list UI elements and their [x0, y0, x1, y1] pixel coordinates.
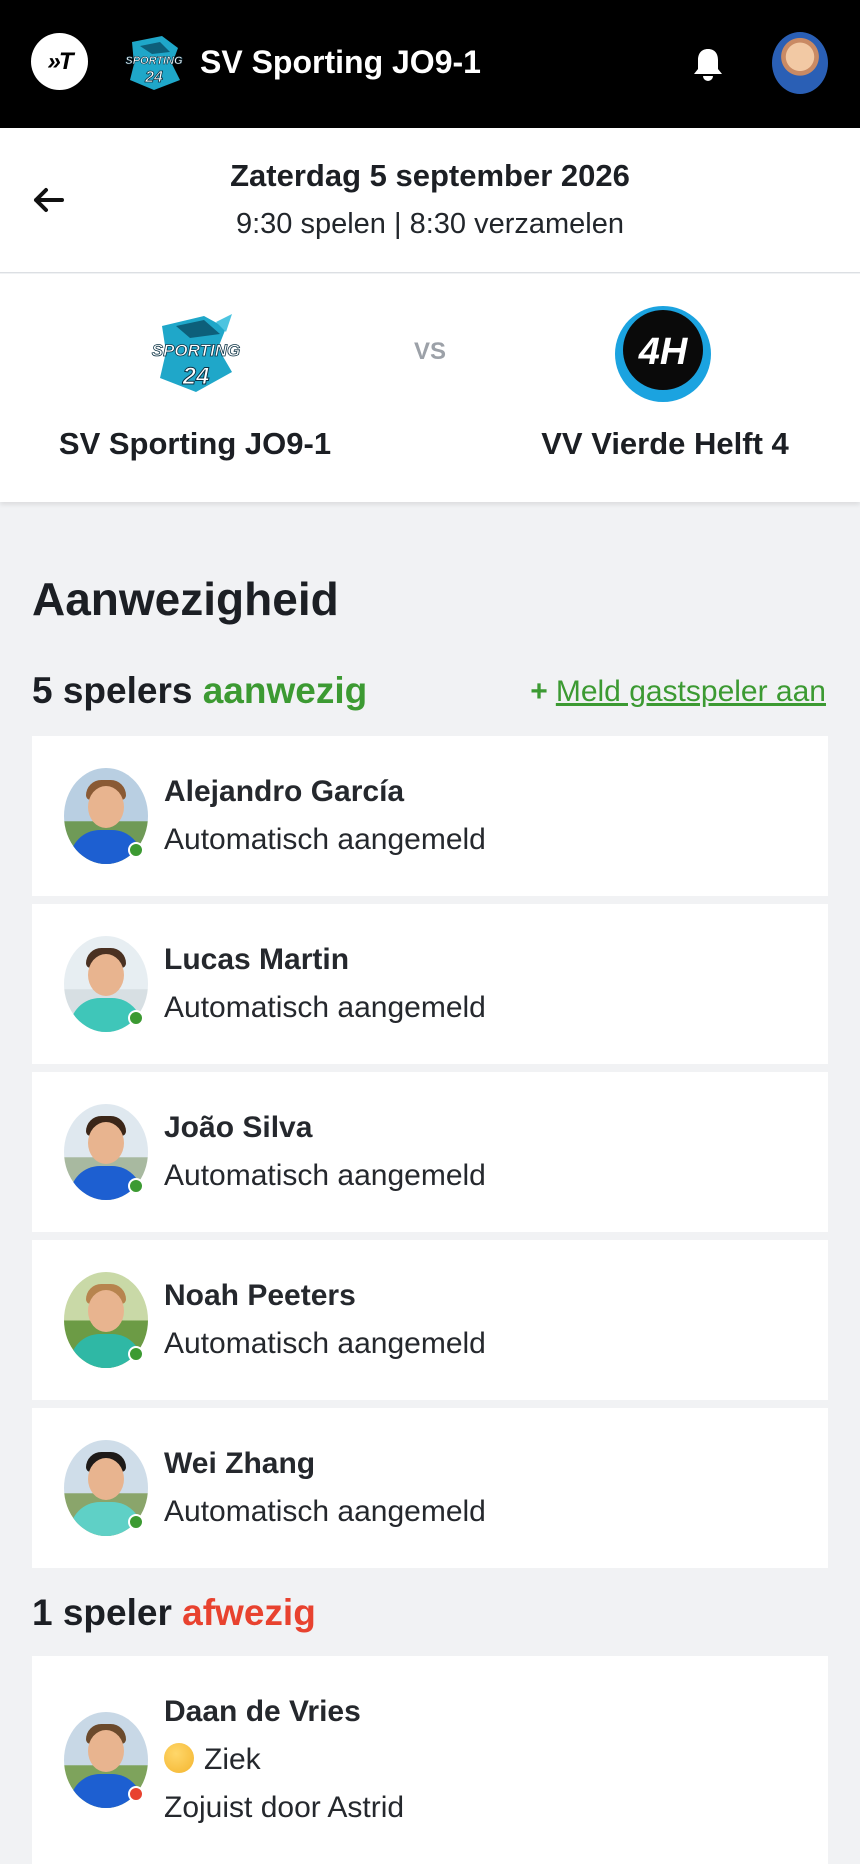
- player-avatar: [64, 768, 148, 864]
- player-avatar: [64, 1104, 148, 1200]
- player-status: Automatisch aangemeld: [164, 1327, 486, 1360]
- match-date-header: Zaterdag 5 september 2026 9:30 spelen | …: [0, 128, 860, 273]
- status-present-dot: [128, 842, 144, 858]
- top-bar: »T SPORTING 24 SV Sporting JO9-1: [0, 0, 860, 128]
- svg-text:SPORTING: SPORTING: [125, 55, 183, 67]
- absence-reason: Ziek: [204, 1743, 261, 1776]
- sick-face-emoji: [164, 1743, 194, 1773]
- absent-count: 1 speler afwezig: [32, 1590, 316, 1636]
- svg-text:24: 24: [182, 363, 210, 390]
- player-status: Automatisch aangemeld: [164, 991, 486, 1024]
- away-team-logo: 4H: [615, 306, 711, 402]
- user-avatar[interactable]: [772, 32, 828, 94]
- away-team-name: VV Vierde Helft 4: [541, 426, 789, 461]
- player-status: Ziek: [164, 1740, 261, 1780]
- svg-text:SPORTING: SPORTING: [152, 341, 240, 360]
- guest-link-label: Meld gastspeler aan: [555, 675, 826, 708]
- team-badge-icon: SPORTING 24: [125, 36, 183, 90]
- player-name: Alejandro García: [164, 775, 405, 808]
- match-date: Zaterdag 5 september 2026: [230, 158, 630, 193]
- player-card[interactable]: Noah Peeters Automatisch aangemeld: [32, 1240, 828, 1400]
- team-title[interactable]: SV Sporting JO9-1: [200, 42, 481, 82]
- player-name: João Silva: [164, 1111, 313, 1144]
- player-name: Noah Peeters: [164, 1279, 356, 1312]
- player-card[interactable]: Wei Zhang Automatisch aangemeld: [32, 1408, 828, 1568]
- player-name: Lucas Martin: [164, 943, 350, 976]
- player-card[interactable]: Alejandro García Automatisch aangemeld: [32, 736, 828, 896]
- versus-label: VS: [413, 338, 446, 365]
- player-name: Wei Zhang: [164, 1447, 316, 1480]
- match-card: SPORTING 24 VS 4H SV Sporting JO9-1 VV V…: [0, 274, 860, 502]
- absence-note: Zojuist door Astrid: [164, 1791, 405, 1824]
- absent-count-number: 1 speler: [32, 1592, 172, 1633]
- bell-icon[interactable]: [688, 44, 728, 84]
- player-name: Daan de Vries: [164, 1695, 361, 1728]
- player-card[interactable]: Lucas Martin Automatisch aangemeld: [32, 904, 828, 1064]
- player-status: Automatisch aangemeld: [164, 1495, 486, 1528]
- app-logo[interactable]: »T: [31, 33, 88, 90]
- absent-label: afwezig: [182, 1592, 316, 1633]
- player-status: Automatisch aangemeld: [164, 823, 486, 856]
- player-avatar: [64, 936, 148, 1032]
- present-count-number: 5 spelers: [32, 670, 193, 711]
- present-count: 5 spelers aanwezig: [32, 668, 367, 714]
- player-card-absent[interactable]: Daan de Vries Ziek Zojuist door Astrid: [32, 1656, 828, 1864]
- home-team-name: SV Sporting JO9-1: [58, 426, 332, 461]
- status-present-dot: [128, 1514, 144, 1530]
- plus-icon: +: [530, 675, 548, 708]
- attendance-title: Aanwezigheid: [32, 573, 339, 625]
- status-absent-dot: [128, 1786, 144, 1802]
- status-present-dot: [128, 1178, 144, 1194]
- svg-text:4H: 4H: [638, 331, 689, 373]
- home-team-logo: SPORTING 24: [151, 314, 241, 392]
- svg-text:24: 24: [144, 69, 163, 86]
- player-avatar: [64, 1440, 148, 1536]
- status-present-dot: [128, 1346, 144, 1362]
- match-times: 9:30 spelen | 8:30 verzamelen: [235, 208, 624, 240]
- present-label: aanwezig: [202, 670, 368, 711]
- player-status: Automatisch aangemeld: [164, 1159, 486, 1192]
- add-guest-player-link[interactable]: + Meld gastspeler aan: [530, 672, 826, 712]
- player-avatar: [64, 1712, 148, 1808]
- status-present-dot: [128, 1010, 144, 1026]
- player-avatar: [64, 1272, 148, 1368]
- player-card[interactable]: João Silva Automatisch aangemeld: [32, 1072, 828, 1232]
